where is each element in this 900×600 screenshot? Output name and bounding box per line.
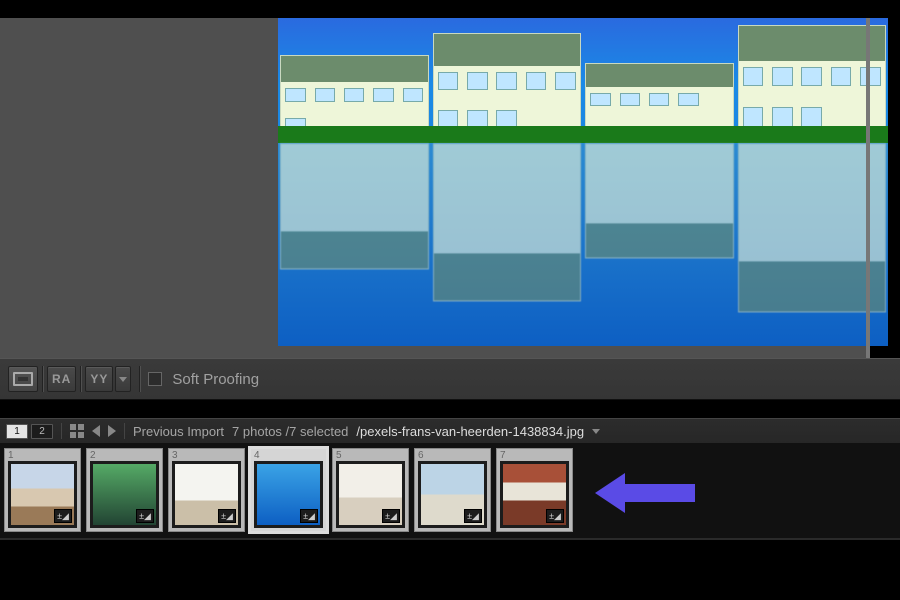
compare-view-button[interactable]: RA — [47, 366, 76, 392]
grid-icon — [70, 424, 84, 438]
app-root: RA YY Soft Proofing 1 2 Previous Import … — [0, 0, 900, 600]
toolbar-divider — [139, 366, 140, 392]
count-label: 7 photos /7 selected — [232, 424, 348, 439]
thumb-index: 7 — [500, 450, 506, 461]
filmstrip[interactable]: 1 ±◢ 2 ±◢ 3 ±◢ 4 ±◢ 5 ±◢ 6 ±◢ 7 ±◢ — [0, 444, 900, 540]
grid-view-button[interactable] — [70, 424, 84, 438]
loupe-view-button[interactable] — [8, 366, 38, 392]
thumbnail-cell[interactable]: 2 ±◢ — [86, 448, 163, 532]
thumbnail-image[interactable]: ±◢ — [90, 461, 159, 528]
bottom-border — [0, 540, 900, 600]
monitor-2-button[interactable]: 2 — [31, 424, 53, 439]
thumbnail-image[interactable]: ±◢ — [254, 461, 323, 528]
source-label[interactable]: Previous Import — [133, 424, 224, 439]
thumbnail-image[interactable]: ±◢ — [8, 461, 77, 528]
develop-badge-icon[interactable]: ±◢ — [300, 509, 318, 523]
arrow-left-icon — [595, 473, 625, 513]
nav-prev-button[interactable] — [92, 425, 100, 437]
develop-badge-icon[interactable]: ±◢ — [218, 509, 236, 523]
chevron-down-icon — [119, 377, 127, 382]
develop-badge-icon[interactable]: ±◢ — [136, 509, 154, 523]
header-divider — [61, 423, 62, 439]
filmstrip-header: 1 2 Previous Import 7 photos /7 selected… — [0, 418, 900, 444]
main-photo-frame — [278, 18, 888, 346]
arrow-right-icon — [108, 425, 116, 437]
current-filename[interactable]: /pexels-frans-van-heerden-1438834.jpg — [356, 424, 584, 439]
arrow-shaft — [625, 484, 695, 502]
compare-label: RA — [52, 372, 71, 386]
develop-badge-icon[interactable]: ±◢ — [54, 509, 72, 523]
view-mode-group: RA YY — [8, 366, 131, 392]
thumbnail-image[interactable]: ±◢ — [418, 461, 487, 528]
thumbnail-image[interactable]: ±◢ — [500, 461, 569, 528]
soft-proofing-checkbox[interactable] — [148, 372, 162, 386]
thumbnail-cell[interactable]: 7 ±◢ — [496, 448, 573, 532]
thumbnail-image[interactable]: ±◢ — [172, 461, 241, 528]
thumb-index: 4 — [254, 450, 260, 461]
develop-badge-icon[interactable]: ±◢ — [546, 509, 564, 523]
photo-houses — [278, 18, 888, 143]
thumbnail-cell-selected[interactable]: 4 ±◢ — [250, 448, 327, 532]
nav-next-button[interactable] — [108, 425, 116, 437]
thumb-index: 2 — [90, 450, 96, 461]
view-toolbar: RA YY Soft Proofing — [0, 358, 900, 400]
thumb-index: 5 — [336, 450, 342, 461]
thumbnail-cell[interactable]: 5 ±◢ — [332, 448, 409, 532]
thumb-index: 6 — [418, 450, 424, 461]
thumbnail-cell[interactable]: 1 ±◢ — [4, 448, 81, 532]
soft-proofing-label[interactable]: Soft Proofing — [172, 371, 259, 388]
view-dropdown-button[interactable] — [115, 366, 131, 392]
header-divider — [124, 423, 125, 439]
monitor-1-button[interactable]: 1 — [6, 424, 28, 439]
develop-badge-icon[interactable]: ±◢ — [382, 509, 400, 523]
thumbnail-cell[interactable]: 3 ±◢ — [168, 448, 245, 532]
photo-reflection — [278, 143, 888, 323]
thumbnail-image[interactable]: ±◢ — [336, 461, 405, 528]
develop-badge-icon[interactable]: ±◢ — [464, 509, 482, 523]
thumbnail-cell[interactable]: 6 ±◢ — [414, 448, 491, 532]
loupe-icon — [13, 372, 33, 386]
filename-dropdown-icon[interactable] — [592, 429, 600, 434]
panel-gap — [0, 400, 900, 418]
toolbar-divider — [80, 366, 81, 392]
thumb-index: 3 — [172, 450, 178, 461]
toolbar-divider — [42, 366, 43, 392]
survey-view-button[interactable]: YY — [85, 366, 113, 392]
survey-label: YY — [90, 372, 108, 386]
thumb-index: 1 — [8, 450, 14, 461]
monitor-1-label: 1 — [14, 426, 20, 437]
arrow-left-icon — [92, 425, 100, 437]
annotation-arrow — [625, 484, 695, 502]
monitor-selector: 1 2 — [6, 424, 53, 439]
preview-area[interactable] — [0, 18, 900, 358]
main-photo[interactable] — [278, 18, 888, 346]
window-top-border — [0, 0, 900, 18]
monitor-2-label: 2 — [39, 426, 45, 437]
